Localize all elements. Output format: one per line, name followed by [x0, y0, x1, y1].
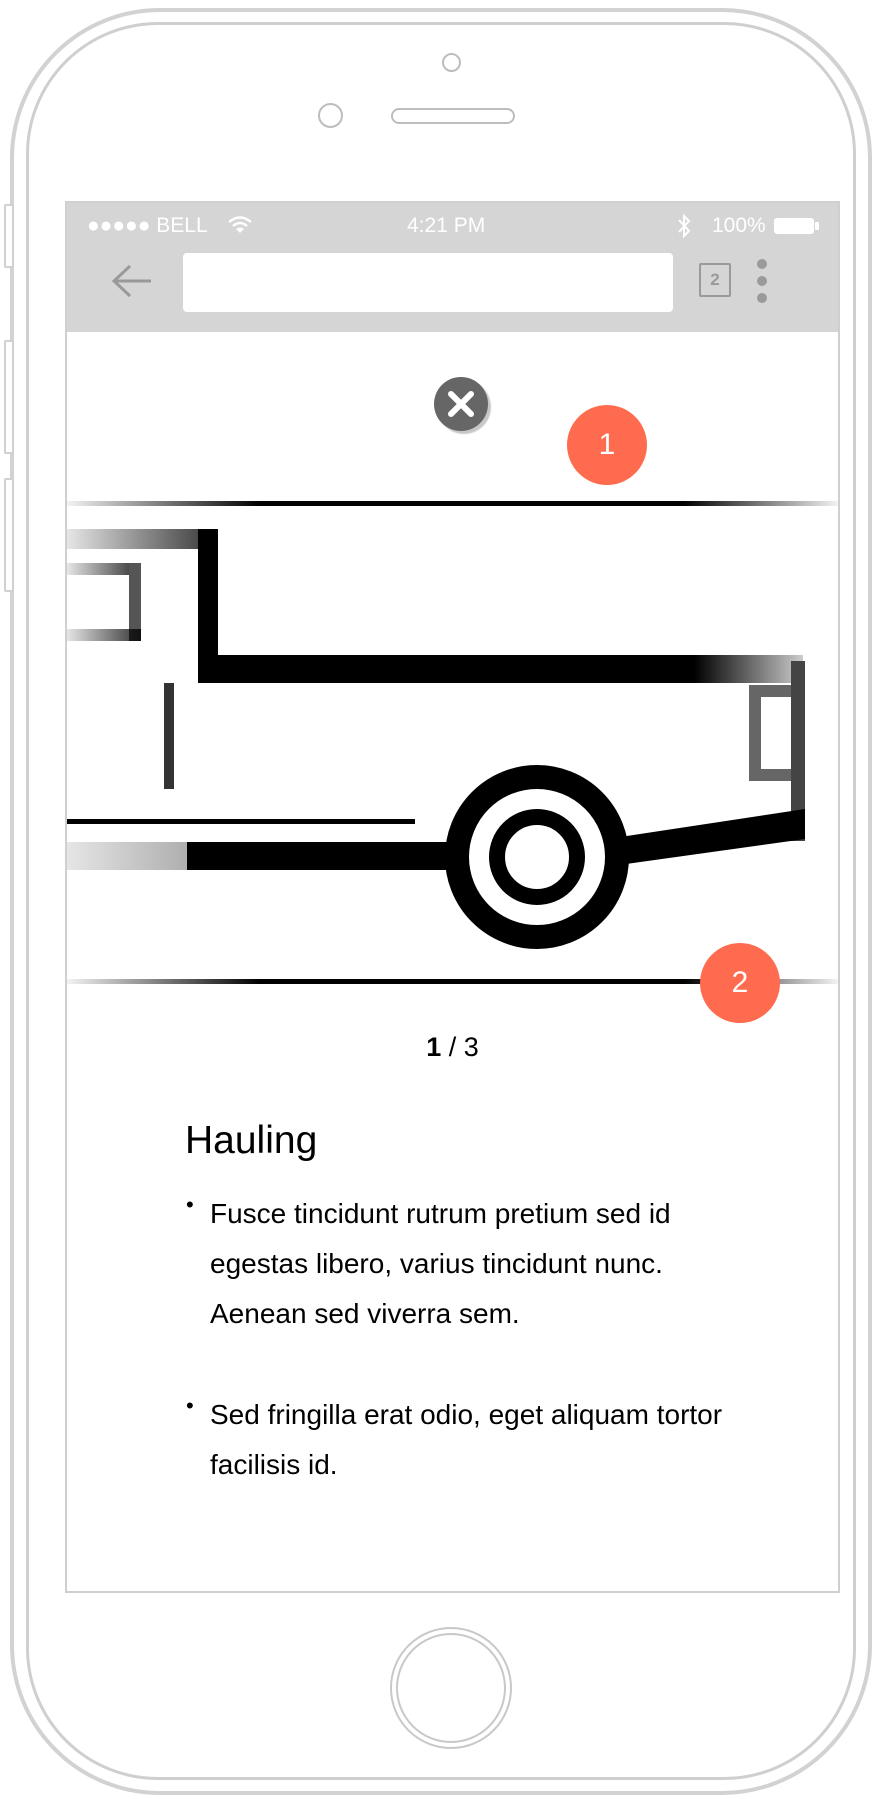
- proximity-sensor: [442, 53, 461, 72]
- bullet-icon: •: [186, 1393, 194, 1418]
- battery-tip: [815, 222, 819, 230]
- screen: ●●●●● BELL 4:21 PM 100% 2 1 2 1 / 3 Haul…: [65, 201, 840, 1593]
- url-field[interactable]: [183, 253, 673, 312]
- current-page: 1: [426, 1032, 442, 1062]
- pagination-counter: 1 / 3: [67, 1032, 838, 1063]
- home-button-ring: [396, 1633, 506, 1743]
- battery-icon: [774, 218, 814, 234]
- mute-switch: [4, 204, 14, 268]
- back-arrow-icon[interactable]: [111, 264, 153, 298]
- bullet-item: Sed fringilla erat odio, eget aliquam to…: [210, 1399, 723, 1480]
- bullet-icon: •: [186, 1192, 194, 1217]
- wifi-icon: [228, 216, 252, 233]
- total-pages: 3: [463, 1032, 479, 1062]
- more-dot-icon: [757, 293, 767, 303]
- volume-up-button: [4, 340, 14, 454]
- more-dot-icon: [757, 276, 767, 286]
- status-bar: ●●●●● BELL 4:21 PM 100%: [67, 203, 838, 249]
- annotation-badge-1: 1: [567, 405, 647, 485]
- page-separator: /: [441, 1032, 464, 1062]
- carrier-signal: ●●●●● BELL: [87, 214, 208, 237]
- gallery-image[interactable]: [67, 501, 838, 984]
- battery-percent: 100%: [712, 214, 766, 237]
- clock: 4:21 PM: [407, 214, 486, 237]
- more-dot-icon: [757, 259, 767, 269]
- more-menu-button[interactable]: [752, 259, 772, 305]
- close-gallery-button[interactable]: [434, 377, 488, 431]
- bluetooth-icon: [678, 213, 691, 239]
- earpiece-speaker: [391, 108, 515, 124]
- bullet-item: Fusce tincidunt rutrum pretium sed id eg…: [210, 1198, 671, 1329]
- volume-down-button: [4, 478, 14, 592]
- tab-count-button[interactable]: 2: [699, 263, 731, 297]
- annotation-badge-2: 2: [700, 943, 780, 1023]
- slide-title: Hauling: [185, 1119, 318, 1162]
- front-camera: [318, 103, 343, 128]
- close-icon: [448, 391, 474, 417]
- truck-illustration: [67, 501, 838, 984]
- browser-toolbar: ●●●●● BELL 4:21 PM 100% 2: [67, 203, 838, 332]
